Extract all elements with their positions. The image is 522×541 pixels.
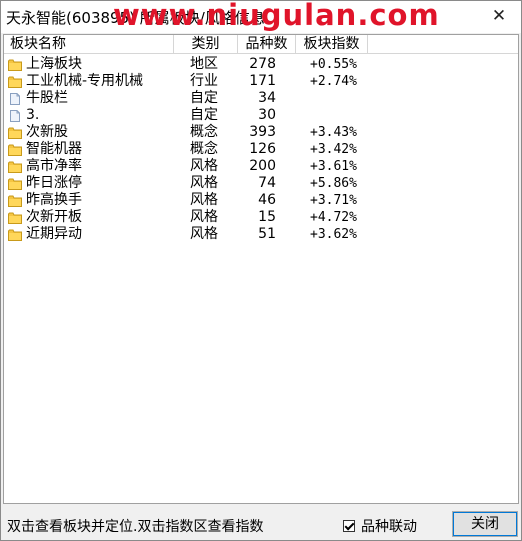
link-stocks-label: 品种联动 — [361, 519, 417, 535]
column-header-index[interactable]: 板块指数 — [296, 35, 368, 54]
column-header-count[interactable]: 品种数 — [238, 35, 296, 54]
stock-count: 278 — [249, 56, 276, 72]
column-header-type[interactable]: 类别 — [174, 35, 238, 54]
stock-count: 74 — [258, 175, 276, 191]
sector-name: 3. — [26, 107, 40, 123]
stock-count: 393 — [249, 124, 276, 140]
sector-name-cell: 近期异动 — [4, 226, 174, 243]
table-row[interactable]: 牛股栏 自定 34 — [4, 90, 518, 107]
sector-name: 高市净率 — [26, 158, 82, 174]
stock-count: 200 — [249, 158, 276, 174]
sector-type: 行业 — [190, 73, 218, 89]
folder-icon — [8, 229, 22, 241]
table-row[interactable]: 次新开板 风格 15 +4.72% — [4, 209, 518, 226]
stock-count: 51 — [258, 226, 276, 242]
sector-name: 次新开板 — [26, 209, 82, 225]
stock-count: 34 — [258, 90, 276, 106]
sector-type: 概念 — [190, 124, 218, 140]
folder-icon — [8, 161, 22, 173]
table-row[interactable]: 昨日涨停 风格 74 +5.86% — [4, 175, 518, 192]
footer: 双击查看板块并定位.双击指数区查看指数 品种联动 关闭 — [1, 506, 521, 540]
sector-name-cell: 昨日涨停 — [4, 175, 174, 192]
table-row[interactable]: 工业机械-专用机械 行业 171 +2.74% — [4, 73, 518, 90]
folder-icon — [8, 212, 22, 224]
sector-name: 上海板块 — [26, 56, 82, 72]
sector-index-change[interactable]: +3.61% — [296, 158, 368, 175]
sector-name-cell: 智能机器 — [4, 141, 174, 158]
column-header-name[interactable]: 板块名称 — [4, 35, 174, 54]
sector-name-cell: 次新开板 — [4, 209, 174, 226]
folder-icon — [8, 178, 22, 190]
sector-type: 风格 — [190, 209, 218, 225]
sector-name-cell: 高市净率 — [4, 158, 174, 175]
sector-type: 自定 — [190, 90, 218, 106]
sector-list[interactable]: 板块名称 类别 品种数 板块指数 上海板块 地区 278 +0.55% 工业机械-专用机… — [3, 34, 519, 504]
sector-type: 风格 — [190, 226, 218, 242]
watermark-text: www.niugulan.com — [113, 0, 440, 32]
sector-name: 近期异动 — [26, 226, 82, 242]
sector-info-dialog: 天永智能(603895) 所属板块/风格信息 www.niugulan.com … — [0, 0, 522, 541]
stock-count: 46 — [258, 192, 276, 208]
sector-type: 风格 — [190, 175, 218, 191]
table-body: 上海板块 地区 278 +0.55% 工业机械-专用机械 行业 171 +2.74% 牛股栏 自定… — [4, 56, 518, 243]
sector-index-change[interactable]: +2.74% — [296, 73, 368, 90]
table-header: 板块名称 类别 品种数 板块指数 — [4, 35, 518, 55]
sector-name: 工业机械-专用机械 — [26, 73, 144, 89]
sector-type: 地区 — [190, 56, 218, 72]
stock-count: 126 — [249, 141, 276, 157]
sector-name-cell: 工业机械-专用机械 — [4, 73, 174, 90]
sector-name: 牛股栏 — [26, 90, 68, 106]
sector-name: 昨日涨停 — [26, 175, 82, 191]
sector-index-change[interactable]: +4.72% — [296, 209, 368, 226]
sector-index-change[interactable]: +3.62% — [296, 226, 368, 243]
table-row[interactable]: 高市净率 风格 200 +3.61% — [4, 158, 518, 175]
sector-name-cell: 上海板块 — [4, 56, 174, 73]
sector-index-change[interactable] — [296, 90, 368, 107]
sector-index-change[interactable]: +5.86% — [296, 175, 368, 192]
sector-index-change[interactable] — [296, 107, 368, 124]
sector-index-change[interactable]: +3.43% — [296, 124, 368, 141]
column-header-filler — [368, 35, 518, 54]
sector-index-change[interactable]: +3.71% — [296, 192, 368, 209]
sector-name: 次新股 — [26, 124, 68, 140]
sector-name: 智能机器 — [26, 141, 82, 157]
sector-index-change[interactable]: +0.55% — [296, 56, 368, 73]
close-button[interactable]: 关闭 — [452, 511, 518, 537]
link-stocks-toggle[interactable]: 品种联动 — [343, 516, 417, 536]
table-row[interactable]: 次新股 概念 393 +3.43% — [4, 124, 518, 141]
sector-name-cell: 昨高换手 — [4, 192, 174, 209]
sector-name-cell: 次新股 — [4, 124, 174, 141]
sector-type: 自定 — [190, 107, 218, 123]
stock-count: 171 — [249, 73, 276, 89]
sector-name-cell: 牛股栏 — [4, 90, 174, 107]
folder-icon — [8, 76, 22, 88]
sector-type: 风格 — [190, 158, 218, 174]
document-icon — [8, 92, 22, 105]
title-bar: 天永智能(603895) 所属板块/风格信息 www.niugulan.com … — [1, 0, 521, 33]
link-stocks-checkbox[interactable] — [343, 520, 355, 532]
table-row[interactable]: 近期异动 风格 51 +3.62% — [4, 226, 518, 243]
table-row[interactable]: 3. 自定 30 — [4, 107, 518, 124]
folder-icon — [8, 59, 22, 71]
folder-icon — [8, 127, 22, 139]
sector-type: 风格 — [190, 192, 218, 208]
sector-name-cell: 3. — [4, 107, 174, 124]
table-row[interactable]: 智能机器 概念 126 +3.42% — [4, 141, 518, 158]
sector-index-change[interactable]: +3.42% — [296, 141, 368, 158]
folder-icon — [8, 195, 22, 207]
table-row[interactable]: 昨高换手 风格 46 +3.71% — [4, 192, 518, 209]
folder-icon — [8, 144, 22, 156]
table-row[interactable]: 上海板块 地区 278 +0.55% — [4, 56, 518, 73]
sector-type: 概念 — [190, 141, 218, 157]
document-icon — [8, 109, 22, 122]
sector-name: 昨高换手 — [26, 192, 82, 208]
stock-count: 30 — [258, 107, 276, 123]
stock-count: 15 — [258, 209, 276, 225]
hint-text: 双击查看板块并定位.双击指数区查看指数 — [7, 519, 264, 535]
close-icon[interactable]: ✕ — [489, 6, 509, 26]
